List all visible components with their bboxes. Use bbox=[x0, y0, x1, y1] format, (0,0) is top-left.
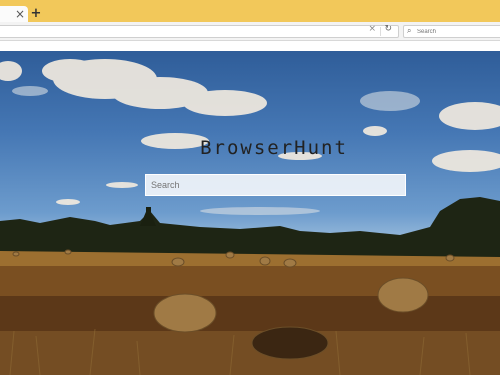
clear-url-icon[interactable]: × bbox=[368, 24, 376, 34]
toolbar-search-input[interactable] bbox=[417, 26, 497, 37]
search-icon: ⌕ bbox=[407, 26, 412, 35]
url-divider bbox=[380, 27, 381, 36]
browser-toolbar: × ↻ ⌕ bbox=[0, 22, 500, 41]
page-top-band bbox=[0, 41, 500, 51]
new-tab-page: BrowserHunt bbox=[0, 51, 500, 375]
main-search-input[interactable] bbox=[146, 175, 405, 195]
reload-icon[interactable]: ↻ bbox=[384, 24, 392, 34]
active-tab[interactable]: × bbox=[0, 6, 28, 22]
toolbar-search[interactable]: ⌕ bbox=[403, 25, 500, 38]
brand-logo: BrowserHunt bbox=[200, 137, 348, 159]
close-tab-icon[interactable]: × bbox=[14, 6, 26, 22]
main-search-box[interactable] bbox=[145, 174, 406, 196]
address-bar[interactable]: × ↻ bbox=[0, 24, 399, 38]
tab-strip: × + bbox=[0, 0, 500, 22]
new-tab-icon[interactable]: + bbox=[29, 6, 43, 22]
landscape-illustration bbox=[0, 59, 500, 375]
